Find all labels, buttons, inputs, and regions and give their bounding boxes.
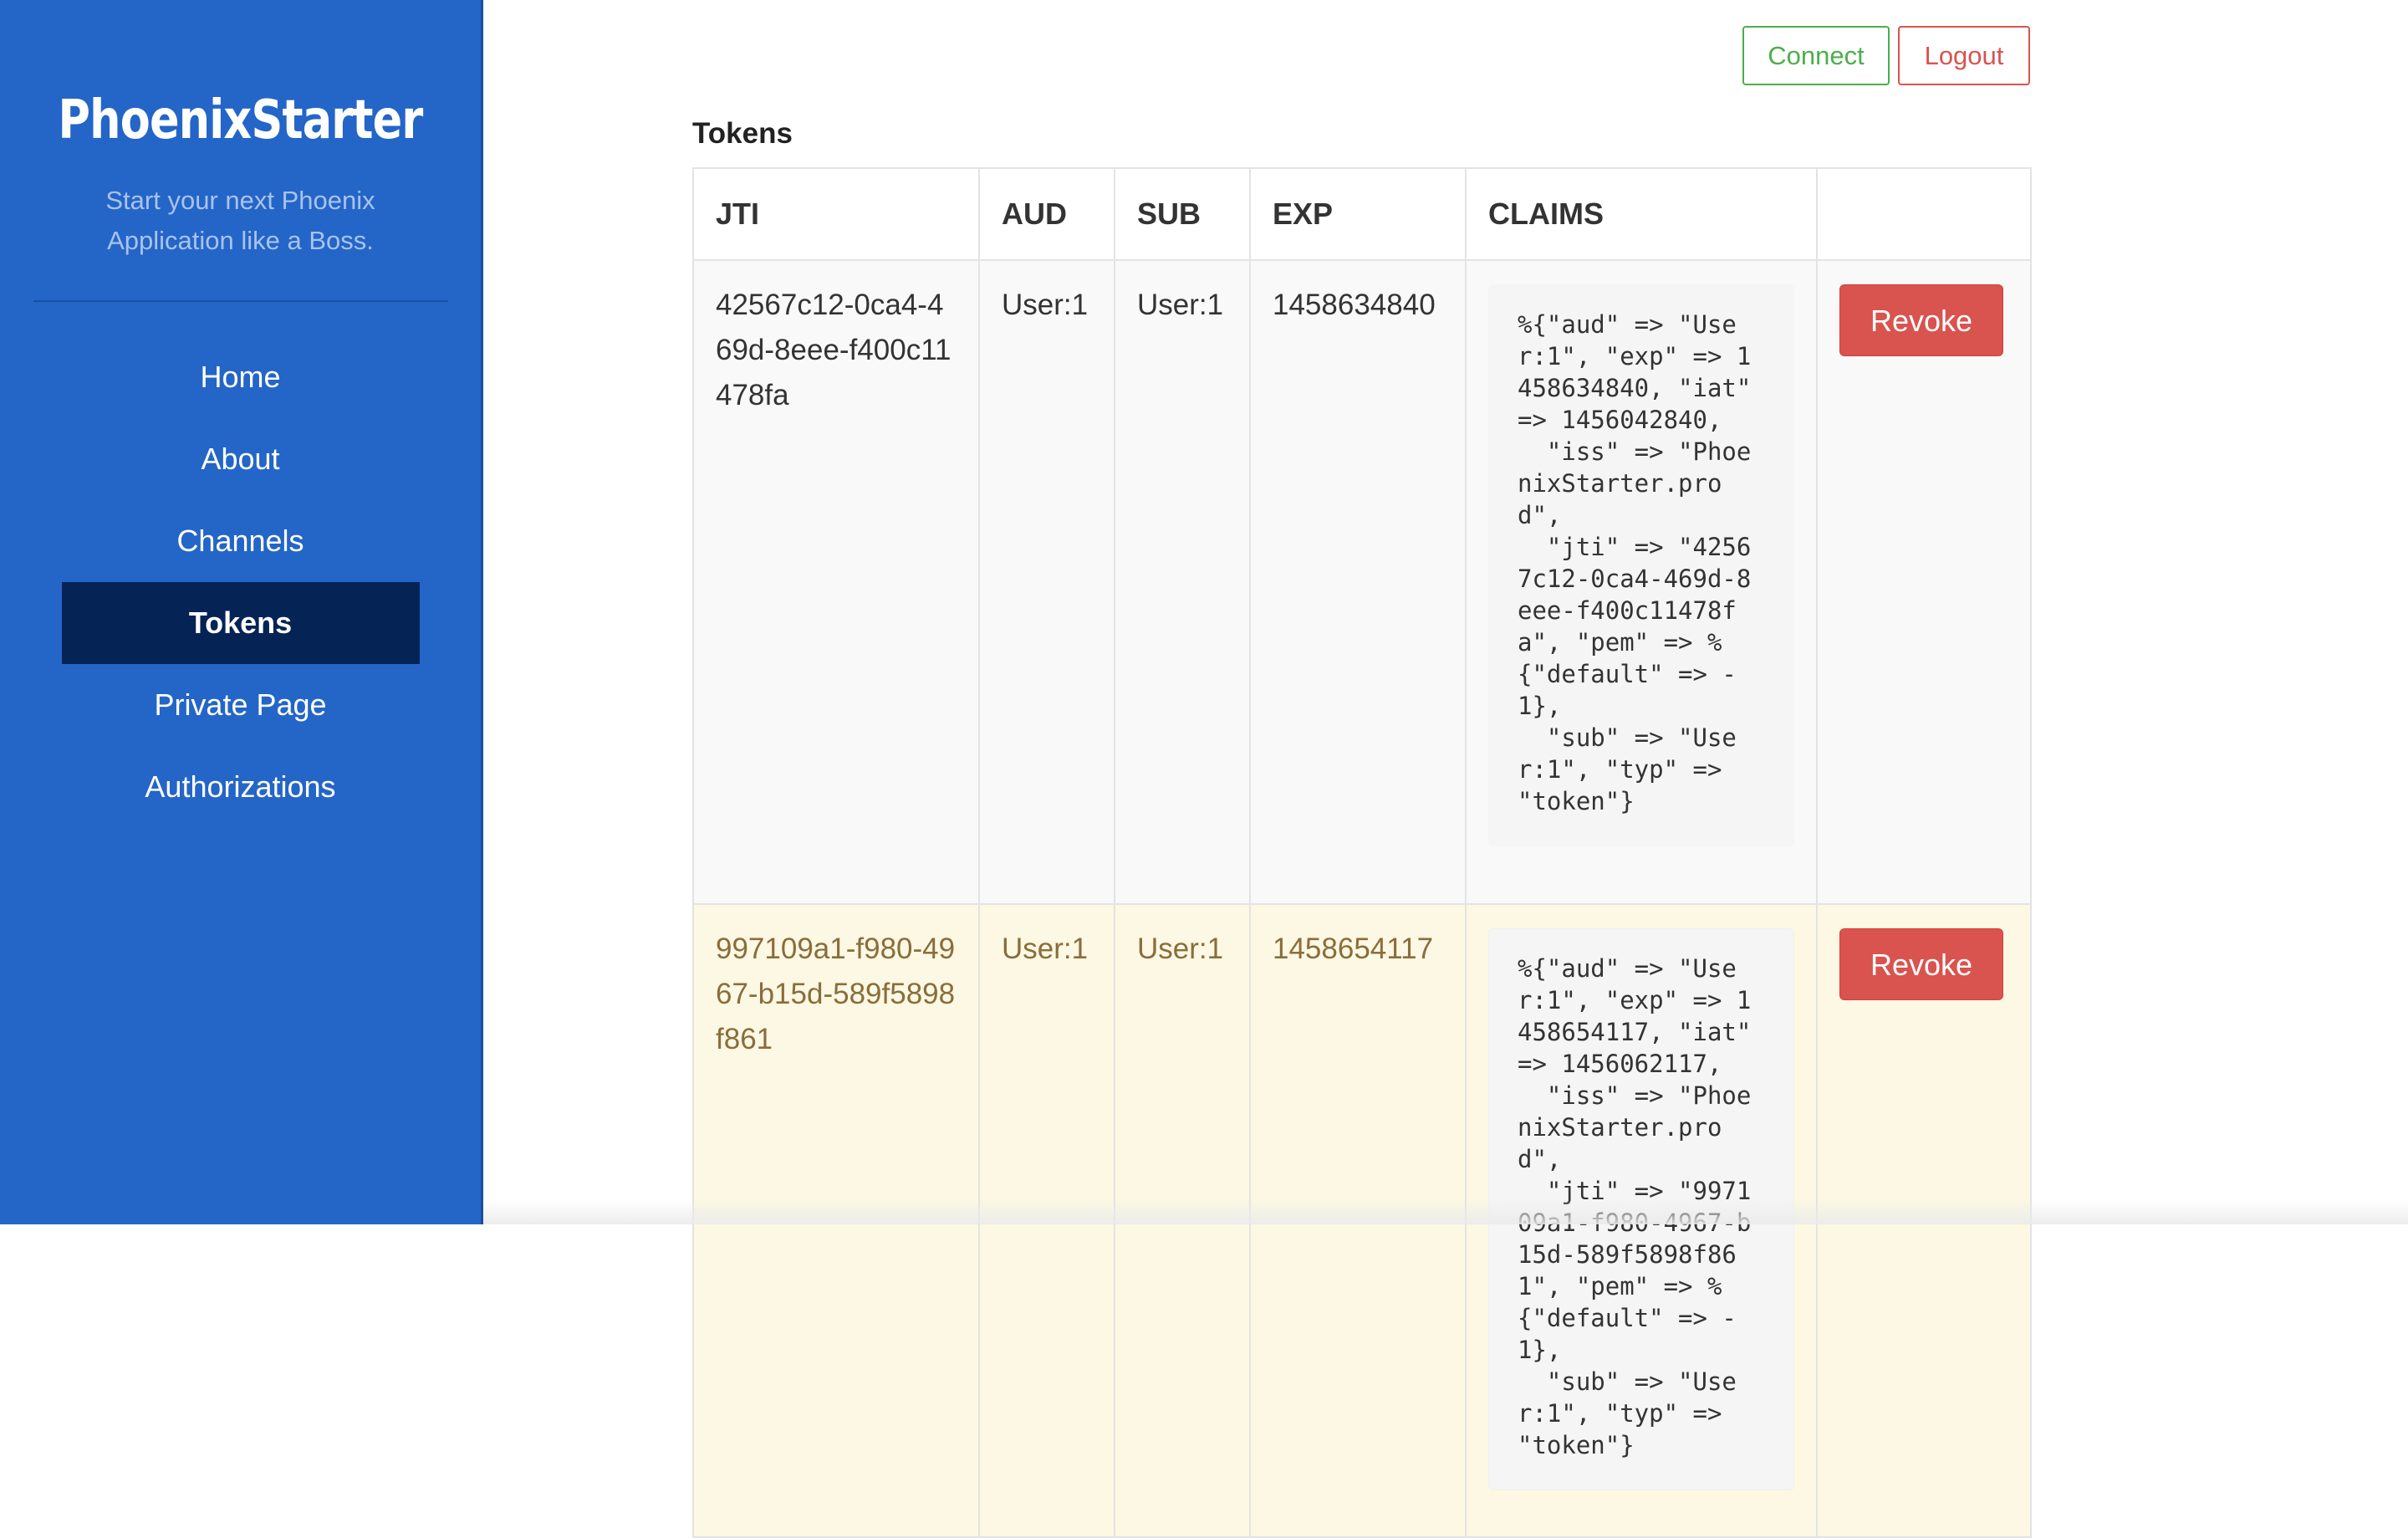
- tokens-table: JTI AUD SUB EXP CLAIMS 42567c12-0ca4-469…: [692, 167, 2032, 1538]
- column-header-aud: AUD: [979, 168, 1115, 260]
- table-header-row: JTI AUD SUB EXP CLAIMS: [693, 168, 2031, 260]
- cell-exp: 1458634840: [1250, 260, 1466, 904]
- sidebar-item-private-page[interactable]: Private Page: [62, 664, 420, 746]
- revoke-button[interactable]: Revoke: [1839, 928, 2003, 1000]
- connect-button[interactable]: Connect: [1742, 26, 1890, 85]
- column-header-jti: JTI: [693, 168, 979, 260]
- cell-actions: Revoke: [1817, 260, 2031, 904]
- claims-code-block: %{"aud" => "User:1", "exp" => 1458634840…: [1488, 284, 1794, 846]
- page-title: Tokens: [692, 117, 793, 151]
- brand-tagline: Start your next Phoenix Application like…: [67, 181, 414, 261]
- column-header-claims: CLAIMS: [1466, 168, 1817, 260]
- cell-aud: User:1: [979, 260, 1115, 904]
- sidebar-item-about[interactable]: About: [62, 418, 420, 500]
- cell-claims: %{"aud" => "User:1", "exp" => 1458634840…: [1466, 260, 1817, 904]
- sidebar-item-home[interactable]: Home: [62, 336, 420, 418]
- table-row: 42567c12-0ca4-469d-8eee-f400c11478fa Use…: [693, 260, 2031, 904]
- column-header-sub: SUB: [1115, 168, 1250, 260]
- column-header-exp: EXP: [1250, 168, 1466, 260]
- sidebar-item-authorizations[interactable]: Authorizations: [62, 746, 420, 828]
- revoke-button[interactable]: Revoke: [1839, 284, 2003, 356]
- sidebar-divider: [33, 300, 448, 302]
- jti-value: 42567c12-0ca4-469d-8eee-f400c11478fa: [716, 289, 951, 411]
- sidebar-item-channels[interactable]: Channels: [62, 500, 420, 582]
- sidebar: PhoenixStarter Start your next Phoenix A…: [0, 0, 483, 1224]
- cell-jti: 42567c12-0ca4-469d-8eee-f400c11478fa: [693, 260, 979, 904]
- column-header-actions: [1817, 168, 2031, 260]
- logout-button[interactable]: Logout: [1898, 26, 2030, 85]
- page-bottom-shadow: [483, 1199, 2408, 1224]
- sidebar-item-tokens[interactable]: Tokens: [62, 582, 420, 664]
- jti-value: 997109a1-f980-4967-b15d-589f5898f861: [716, 933, 955, 1055]
- brand-logo[interactable]: PhoenixStarter: [43, 94, 438, 147]
- cell-sub: User:1: [1115, 260, 1250, 904]
- tokens-table-container: JTI AUD SUB EXP CLAIMS 42567c12-0ca4-469…: [692, 167, 2030, 1538]
- sidebar-nav: Home About Channels Tokens Private Page …: [0, 336, 481, 828]
